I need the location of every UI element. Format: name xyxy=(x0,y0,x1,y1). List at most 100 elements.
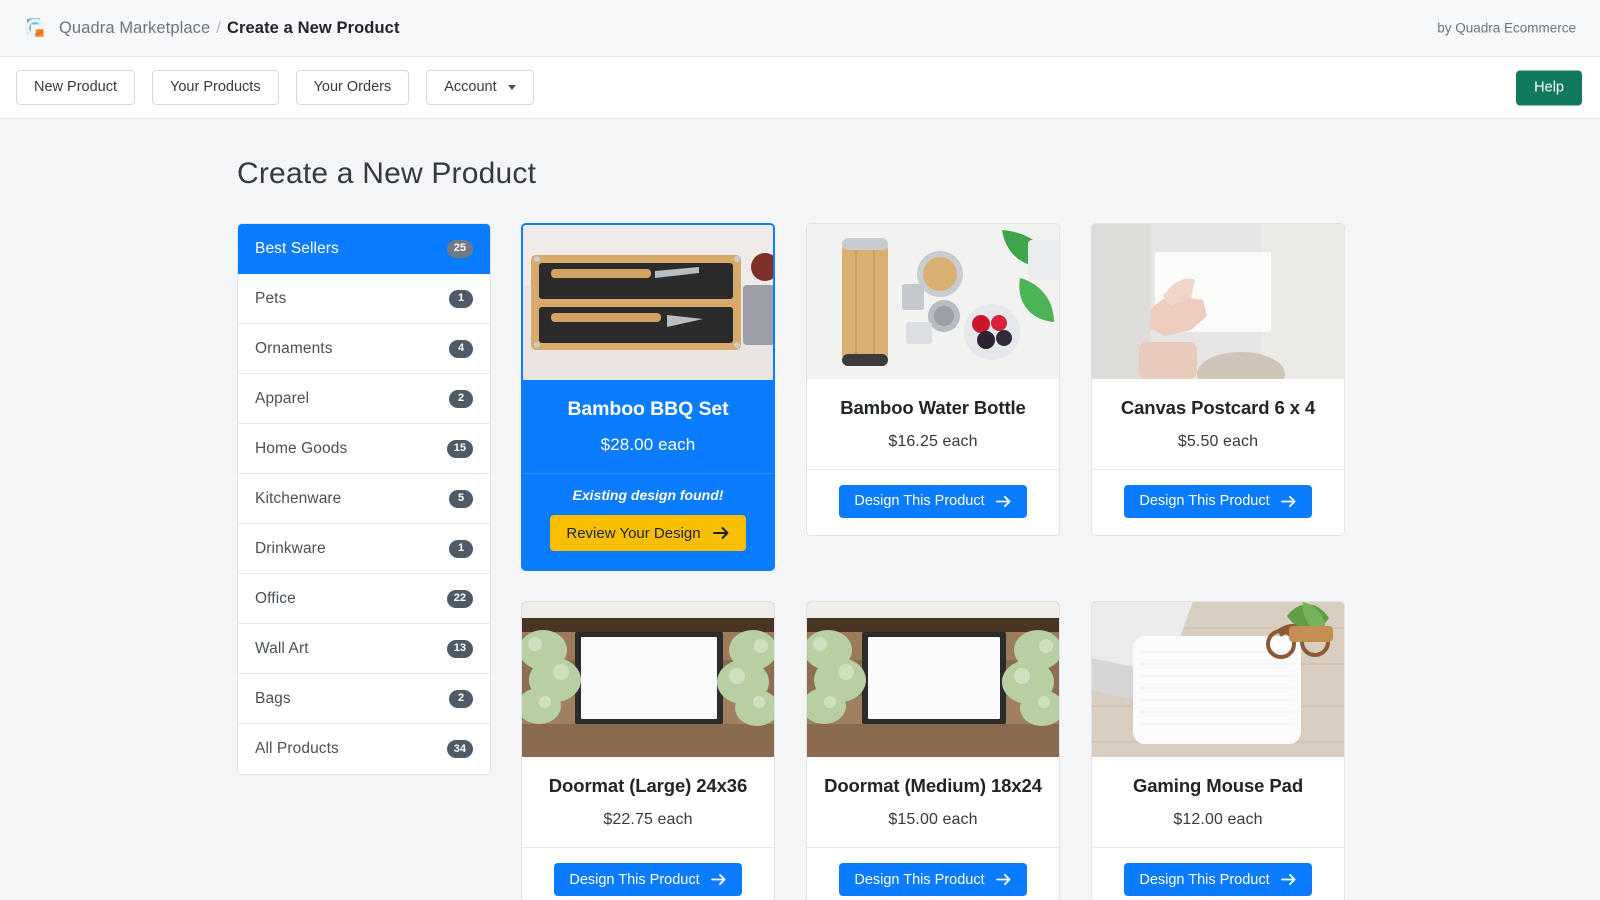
product-price: $12.00 each xyxy=(1173,811,1263,829)
breadcrumb-current: Create a New Product xyxy=(226,18,400,37)
sidebar-item-label: Best Sellers xyxy=(255,239,339,257)
quadra-q-logo-icon xyxy=(22,15,48,41)
sidebar-item-label: Apparel xyxy=(255,389,310,407)
sidebar-item-pets[interactable]: Pets 1 xyxy=(238,274,490,324)
sidebar-item-office[interactable]: Office 22 xyxy=(238,574,490,624)
content-layout: Best Sellers 25 Pets 1 Ornaments 4 Appar… xyxy=(237,223,1600,900)
sidebar-item-ornaments[interactable]: Ornaments 4 xyxy=(238,324,490,374)
sidebar-item-count-badge: 2 xyxy=(449,689,473,708)
page-content: Create a New Product Best Sellers 25 Pet… xyxy=(0,119,1600,900)
sidebar-item-kitchenware[interactable]: Kitchenware 5 xyxy=(238,474,490,524)
arrow-right-icon xyxy=(712,526,730,540)
product-card[interactable]: Gaming Mouse Pad $12.00 each Design This… xyxy=(1091,601,1345,900)
design-this-product-button[interactable]: Design This Product xyxy=(1124,863,1312,897)
sidebar-item-best-sellers[interactable]: Best Sellers 25 xyxy=(238,224,490,274)
product-price: $22.75 each xyxy=(603,811,693,829)
product-card-footer: Design This Product xyxy=(1092,469,1344,536)
sidebar-item-label: Bags xyxy=(255,689,291,707)
design-this-product-label: Design This Product xyxy=(854,493,985,510)
main-nav-bar: New Product Your Products Your Orders Ac… xyxy=(0,57,1600,119)
nav-button-account[interactable]: Account xyxy=(426,70,534,105)
product-card[interactable]: Doormat (Medium) 18x24 $15.00 each Desig… xyxy=(806,601,1060,900)
sidebar-item-wall-art[interactable]: Wall Art 13 xyxy=(238,624,490,674)
product-title: Canvas Postcard 6 x 4 xyxy=(1120,397,1316,418)
product-price: $5.50 each xyxy=(1177,433,1259,451)
bamboo-bbq-set-photo xyxy=(523,225,773,380)
product-title: Doormat (Medium) 18x24 xyxy=(824,775,1042,797)
breadcrumb: Quadra Marketplace / Create a New Produc… xyxy=(59,19,400,38)
arrow-right-icon xyxy=(710,873,727,886)
product-card[interactable]: Doormat (Large) 24x36 $22.75 each Design… xyxy=(521,601,775,900)
sidebar-item-count-badge: 4 xyxy=(449,339,473,358)
design-this-product-button[interactable]: Design This Product xyxy=(554,863,742,897)
product-title: Bamboo BBQ Set xyxy=(567,398,729,420)
sidebar-item-drinkware[interactable]: Drinkware 1 xyxy=(238,524,490,574)
arrow-right-icon xyxy=(995,495,1012,508)
nav-button-your-products[interactable]: Your Products xyxy=(152,70,279,105)
design-this-product-button[interactable]: Design This Product xyxy=(839,863,1027,897)
top-header-bar: Quadra Marketplace / Create a New Produc… xyxy=(0,0,1600,57)
design-this-product-button[interactable]: Design This Product xyxy=(1124,485,1312,519)
sidebar-item-count-badge: 34 xyxy=(446,740,473,758)
sidebar-item-count-badge: 1 xyxy=(449,539,473,558)
sidebar-item-label: Kitchenware xyxy=(255,489,342,507)
help-button[interactable]: Help xyxy=(1516,70,1582,105)
product-card-footer: Design This Product xyxy=(807,847,1059,900)
chevron-down-icon xyxy=(507,85,516,90)
sidebar-item-label: Drinkware xyxy=(255,539,326,557)
breadcrumb-separator: / xyxy=(216,18,221,37)
sidebar-item-label: Home Goods xyxy=(255,439,348,457)
product-card-body: Bamboo Water Bottle $16.25 each xyxy=(807,379,1059,470)
sidebar-item-apparel[interactable]: Apparel 2 xyxy=(238,374,490,424)
doormat-medium-photo xyxy=(807,602,1059,758)
product-card[interactable]: Bamboo BBQ Set $28.00 each Existing desi… xyxy=(521,223,775,572)
nav-button-new-product[interactable]: New Product xyxy=(16,70,136,105)
product-card-footer: Existing design found! Review Your Desig… xyxy=(523,473,773,570)
nav-button-your-orders[interactable]: Your Orders xyxy=(295,70,410,105)
sidebar-item-count-badge: 5 xyxy=(449,489,473,508)
arrow-right-icon xyxy=(1280,495,1297,508)
existing-design-note: Existing design found! xyxy=(572,487,724,504)
product-card-body: Gaming Mouse Pad $12.00 each xyxy=(1092,757,1344,848)
arrow-right-icon xyxy=(995,873,1012,886)
breadcrumb-root-link[interactable]: Quadra Marketplace xyxy=(59,19,210,38)
product-title: Doormat (Large) 24x36 xyxy=(548,775,748,797)
sidebar-item-label: Ornaments xyxy=(255,339,333,357)
review-your-design-button[interactable]: Review Your Design xyxy=(550,515,746,552)
sidebar-item-count-badge: 2 xyxy=(449,389,473,408)
product-title: Bamboo Water Bottle xyxy=(840,397,1026,418)
product-card-body: Canvas Postcard 6 x 4 $5.50 each xyxy=(1092,379,1344,470)
design-this-product-label: Design This Product xyxy=(569,871,700,888)
category-sidebar: Best Sellers 25 Pets 1 Ornaments 4 Appar… xyxy=(237,223,491,775)
sidebar-item-label: All Products xyxy=(255,740,339,757)
brand-group: Quadra Marketplace / Create a New Produc… xyxy=(22,15,400,41)
product-card-footer: Design This Product xyxy=(1092,847,1344,900)
gaming-mouse-pad-photo xyxy=(1092,602,1344,758)
canvas-postcard-photo xyxy=(1092,224,1344,379)
design-this-product-label: Design This Product xyxy=(1139,493,1270,510)
sidebar-item-all-products[interactable]: All Products 34 xyxy=(238,724,490,774)
sidebar-item-label: Pets xyxy=(255,289,287,307)
product-card[interactable]: Canvas Postcard 6 x 4 $5.50 each Design … xyxy=(1091,223,1345,537)
sidebar-item-bags[interactable]: Bags 2 xyxy=(238,674,490,724)
product-card-body: Bamboo BBQ Set $28.00 each xyxy=(523,380,773,474)
design-this-product-button[interactable]: Design This Product xyxy=(839,485,1027,519)
sidebar-item-count-badge: 1 xyxy=(449,289,473,308)
page-title: Create a New Product xyxy=(237,157,537,190)
product-card-footer: Design This Product xyxy=(522,847,774,900)
vendor-byline: by Quadra Ecommerce xyxy=(1437,20,1576,36)
product-price: $16.25 each xyxy=(888,433,978,451)
product-card-footer: Design This Product xyxy=(807,469,1059,536)
sidebar-item-count-badge: 15 xyxy=(446,439,473,458)
nav-button-account-label: Account xyxy=(444,79,497,96)
sidebar-item-home-goods[interactable]: Home Goods 15 xyxy=(238,424,490,474)
nav-button-your-orders-label: Your Orders xyxy=(313,79,392,96)
sidebar-item-count-badge: 13 xyxy=(446,639,473,658)
review-your-design-label: Review Your Design xyxy=(566,524,701,542)
design-this-product-label: Design This Product xyxy=(854,871,985,888)
product-card-body: Doormat (Medium) 18x24 $15.00 each xyxy=(807,757,1059,848)
product-card-body: Doormat (Large) 24x36 $22.75 each xyxy=(522,757,774,848)
product-price: $28.00 each xyxy=(600,435,696,455)
product-card[interactable]: Bamboo Water Bottle $16.25 each Design T… xyxy=(806,223,1060,537)
doormat-large-photo xyxy=(522,602,774,758)
